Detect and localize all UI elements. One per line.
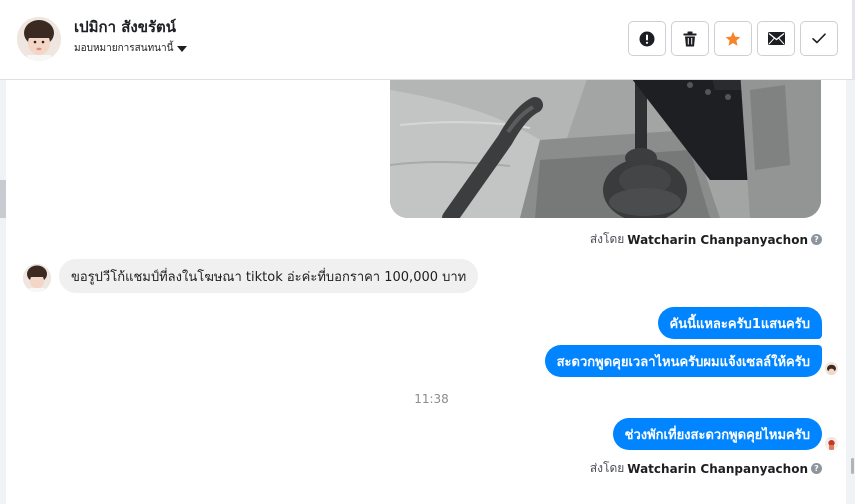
contact-avatar-small[interactable] [23,264,51,292]
left-panel-scrollbar[interactable] [0,80,6,504]
report-button[interactable] [628,21,666,56]
check-icon [812,33,826,44]
seen-indicator-avatar [825,362,838,375]
seen-indicator-avatar [825,437,838,450]
sent-by-prefix: ส่งโดย [589,232,625,246]
assign-label: มอบหมายการสนทนานี้ [74,43,174,54]
thread-scrollbar[interactable] [846,80,855,504]
conversation-header: เปมิกา สังขรัตน์ มอบหมายการสนทนานี้ [0,0,855,80]
incoming-message[interactable]: ขอรูปวีโก้แชมป์ที่ลงในโฆษณา tiktok อ่ะค่… [59,259,479,293]
message-timestamp: 11:38 [414,392,449,406]
message-thread[interactable]: ส่งโดย Watcharin Chanpanyachon ? ขอรูปวี… [0,80,855,504]
thread-scroll-thumb[interactable] [851,458,854,474]
sent-photo[interactable] [390,80,821,218]
exclamation-circle-icon [639,31,655,46]
sent-by-label: ส่งโดย Watcharin Chanpanyachon ? [590,230,822,249]
star-icon [725,31,741,46]
sent-by-label: ส่งโดย Watcharin Chanpanyachon ? [590,459,822,478]
contact-avatar[interactable] [17,17,61,61]
sender-name[interactable]: Watcharin Chanpanyachon [627,462,808,476]
caret-down-icon [177,45,188,52]
contact-name: เปมิกา สังขรัตน์ [74,18,177,36]
envelope-icon [767,32,785,45]
question-icon[interactable]: ? [811,234,822,245]
mark-done-button[interactable] [800,21,838,56]
sender-name[interactable]: Watcharin Chanpanyachon [627,233,808,247]
outgoing-message[interactable]: ช่วงพักเที่ยงสะดวกพูดคุยไหมครับ [612,418,822,450]
outgoing-message[interactable]: สะดวกพูดคุยเวลาไหนครับผมแจ้งเซลล์ให้ครับ [544,345,822,377]
delete-button[interactable] [671,21,709,56]
question-icon[interactable]: ? [811,463,822,474]
mark-unread-button[interactable] [757,21,795,56]
assign-conversation-dropdown[interactable]: มอบหมายการสนทนานี้ [74,41,188,56]
trash-icon [683,31,697,46]
sent-by-prefix: ส่งโดย [589,461,625,475]
left-scroll-thumb[interactable] [0,180,6,218]
star-button[interactable] [714,21,752,56]
outgoing-message[interactable]: คันนี้แหละครับ1แสนครับ [657,307,822,339]
